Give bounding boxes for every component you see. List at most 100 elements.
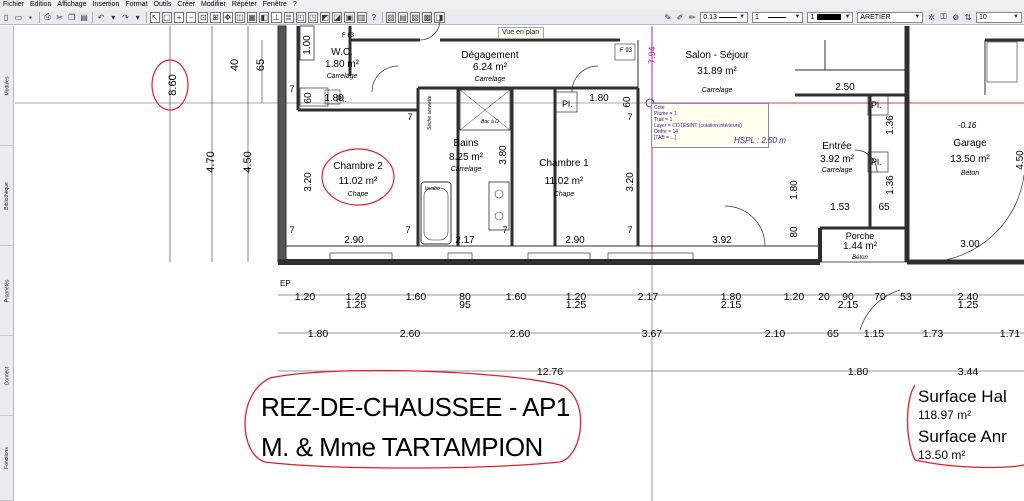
- level-mark: -0.16: [958, 121, 977, 130]
- room-degagement-name: Dégagement: [461, 50, 518, 61]
- dim-text: 65: [878, 202, 890, 213]
- room-salon-area: 31.89 m²: [697, 66, 737, 77]
- basin-bowl: [494, 211, 504, 221]
- dimension-info-box: Cote Plume = 1 Trait = 1 Layer = COTESIN…: [651, 103, 786, 148]
- dim-row-value: 2.17: [638, 291, 659, 303]
- room-porche-finish: Béton: [852, 255, 868, 261]
- room-chambre1-finish: Chape: [554, 191, 575, 198]
- dim-text: 80: [789, 226, 800, 238]
- placard-label: Pl.: [871, 100, 882, 110]
- room-garage-area: 13.50 m²: [950, 154, 990, 165]
- dim-row-value: 1.71: [1000, 328, 1021, 340]
- bathtub-inner: [423, 187, 449, 241]
- door-swing: [419, 19, 441, 41]
- ep-label: EP: [280, 279, 291, 288]
- dim-text: 60: [303, 92, 314, 104]
- dim-row-value: 53: [900, 291, 912, 303]
- dim-row-value: 3.67: [642, 328, 663, 340]
- surface-habitable-label: Surface Hal: [918, 387, 1007, 406]
- dim-row-value: 1.25: [958, 299, 979, 311]
- washbasin: [488, 181, 510, 231]
- dim-row-value: 1.25: [566, 299, 587, 311]
- placard-label: Pl.: [871, 157, 882, 167]
- dim-text: 7: [405, 225, 410, 235]
- room-wc-area: 1.80 m²: [325, 59, 360, 70]
- room-salon-finish: Carrelage: [702, 87, 733, 94]
- title-level: REZ-DE-CHAUSSEE - AP1: [261, 392, 570, 422]
- guide-value: 7.94: [647, 46, 657, 64]
- hspl-value: HSPL : 2.50 m: [734, 136, 786, 145]
- dim-row-value: 2.60: [400, 328, 421, 340]
- placard-label: Pl.: [562, 99, 573, 109]
- dim-text: 7: [289, 225, 294, 235]
- dim-row-value: 1.60: [506, 291, 527, 303]
- room-chambre2-finish: Chape: [348, 191, 369, 198]
- drawing-title-block: REZ-DE-CHAUSSEE - AP1 M. & Mme TARTAMPIO…: [245, 378, 580, 468]
- basin-bowl: [494, 189, 504, 199]
- dim-text: 60: [622, 96, 633, 108]
- surface-annexe-value: 13.50 m²: [918, 448, 966, 462]
- dim-row-value: 1.80: [308, 328, 329, 340]
- title-client: M. & Mme TARTAMPION: [261, 432, 543, 462]
- dim-row-value: 1.20: [295, 291, 316, 303]
- surface-habitable-value: 118.97 m²: [918, 408, 972, 422]
- room-chambre2-name: Chambre 2: [333, 161, 383, 172]
- dim-text: 2.50: [835, 82, 855, 93]
- dim-text: 7: [627, 112, 632, 122]
- dim-text: 4.50: [1015, 150, 1024, 170]
- dim-text: 8.60: [167, 74, 179, 95]
- dim-text: 2.17: [455, 235, 475, 246]
- dim-text: 3.20: [625, 172, 636, 192]
- room-entree-name: Entrée: [822, 141, 852, 152]
- room-wc-name: W.C.: [331, 47, 353, 58]
- dim-text: 3.80: [498, 145, 509, 165]
- dim-text: 1.36: [885, 175, 896, 195]
- room-garage-name: Garage: [953, 138, 987, 149]
- room-degagement-finish: Carrelage: [475, 76, 506, 83]
- dim-text: 65: [255, 59, 267, 71]
- dim-row-value: 1.15: [864, 328, 885, 340]
- dim-row-value: 95: [459, 299, 471, 311]
- dim-text: 7: [502, 225, 507, 235]
- dim-row-value: 3.44: [958, 366, 979, 378]
- dim-text: 40: [229, 59, 241, 71]
- room-bains-finish: Carrelage: [451, 166, 482, 173]
- room-salon-name: Salon - Séjour: [685, 50, 749, 61]
- room-porche-area: 1.44 m²: [843, 241, 878, 252]
- fixture-label: lavabo: [425, 186, 440, 192]
- dim-text: 7: [627, 225, 632, 235]
- room-bains-area: 8.25 m²: [449, 152, 484, 163]
- cad-application-window: Fichier Edition Affichage Insertion Form…: [0, 0, 1024, 501]
- fixture-label: Bac à D: [481, 119, 499, 125]
- window-label: F 83: [342, 33, 355, 39]
- dim-row-value: 1.25: [346, 299, 367, 311]
- dim-text: 1.80: [324, 93, 344, 104]
- room-chambre1-area: 11.02 m²: [545, 176, 584, 187]
- window-label: F 93: [620, 48, 633, 54]
- room-entree-area: 3.92 m²: [820, 154, 855, 165]
- dimension-rows: 1.20 1.20 1.60 80 1.60 1.20 2.17 1.80 1.20 20 90 70…: [295, 291, 1021, 378]
- dim-row-value: 1.80: [848, 366, 869, 378]
- door-swing: [371, 65, 399, 93]
- dim-row-value: 2.10: [765, 328, 786, 340]
- dim-text: 7: [407, 112, 412, 122]
- dim-row-value: 2.60: [510, 328, 531, 340]
- surface-annexe-label: Surface Anr: [918, 427, 1007, 446]
- dim-text: 4.70: [205, 151, 217, 172]
- fixture-label: Sèche serviette: [427, 95, 433, 130]
- room-chambre1-name: Chambre 1: [539, 158, 589, 169]
- room-bains-name: Bains: [453, 138, 478, 149]
- dim-row-value: 12.76: [537, 366, 563, 378]
- dim-text: 1.80: [789, 180, 800, 200]
- dim-text: 3.92: [712, 235, 732, 246]
- dim-row-value: 65: [827, 328, 839, 340]
- dim-text: 1.00: [302, 35, 313, 55]
- dim-text: 4.50: [242, 151, 254, 172]
- dim-text: 2.90: [565, 235, 585, 246]
- dim-row-value: 2.15: [721, 299, 742, 311]
- dim-row-value: 70: [874, 291, 886, 303]
- dim-row-value: 1.73: [923, 328, 944, 340]
- dim-row-value: 2.15: [838, 299, 859, 311]
- dim-row-value: 1.60: [406, 291, 427, 303]
- dim-text: 7: [289, 84, 294, 94]
